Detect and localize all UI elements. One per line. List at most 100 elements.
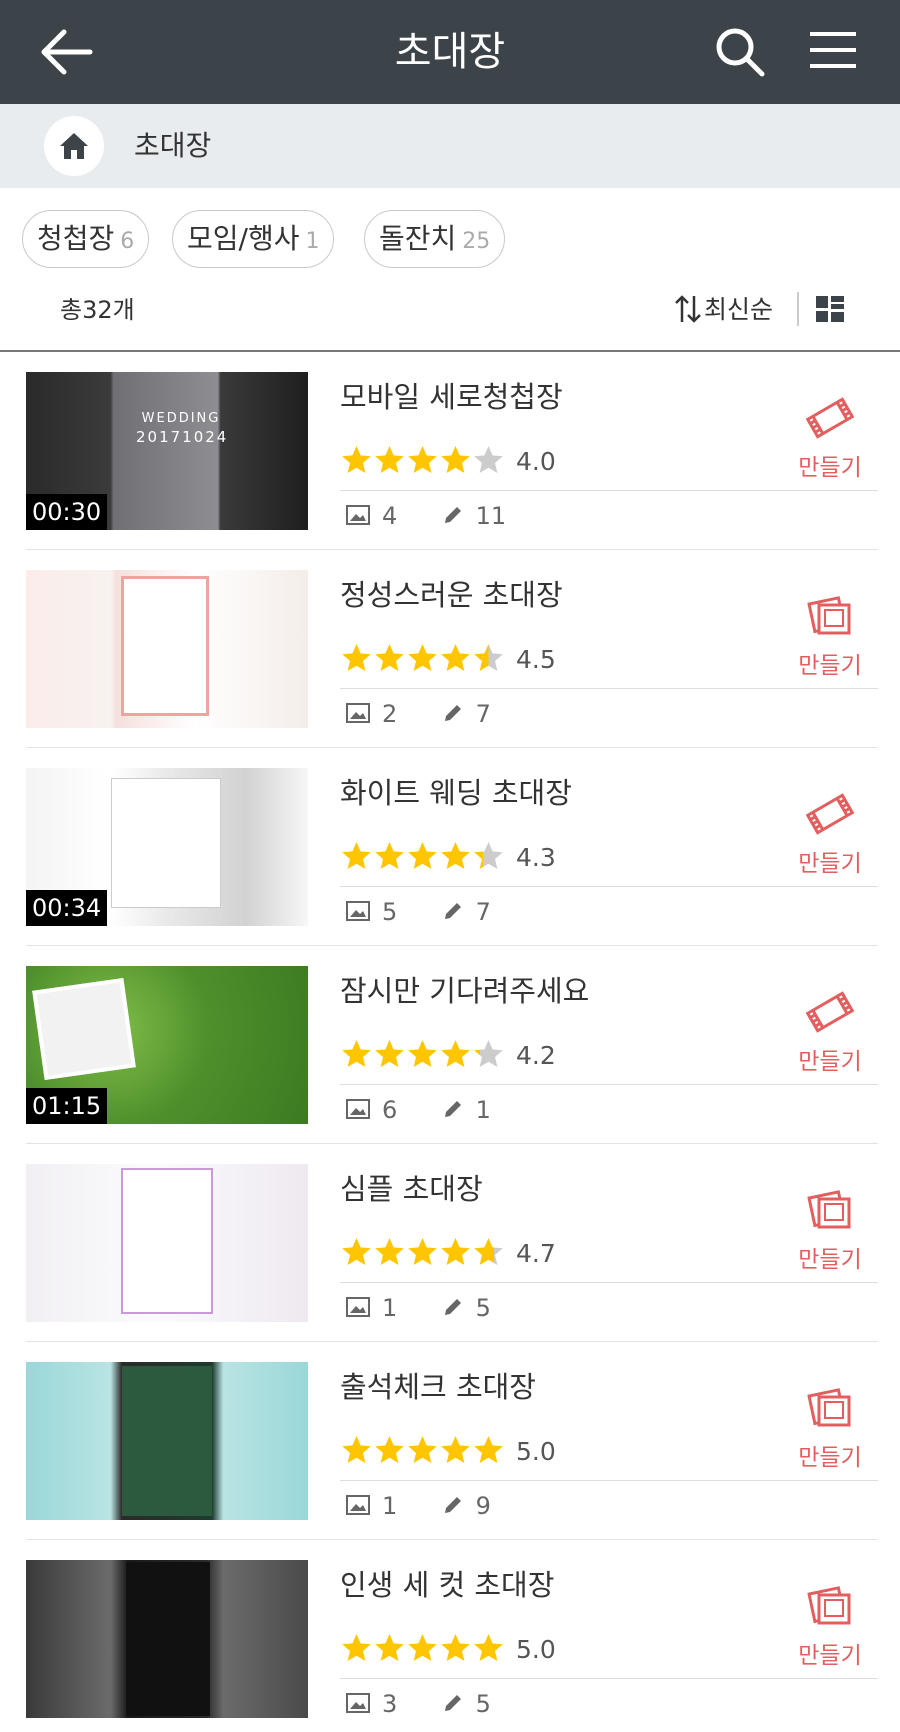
list-item[interactable]: 출석체크 초대장 5.0 1 9 만들기: [0, 1342, 900, 1540]
star-rating: [340, 1632, 505, 1668]
edit-count: 7: [475, 700, 491, 728]
hamburger-menu-icon[interactable]: [808, 28, 858, 72]
thumbnail-art: [121, 576, 209, 716]
star-icon: [375, 644, 404, 671]
star-icon: [474, 1238, 503, 1265]
edit-count: 5: [475, 1294, 491, 1322]
sort-button[interactable]: 최신순: [674, 288, 773, 332]
top-app-bar: 초대장: [0, 0, 900, 104]
thumbnail-art: [126, 1562, 210, 1716]
list-item[interactable]: 01:15 잠시만 기다려주세요 4.2 6 1 만들기: [0, 946, 900, 1144]
list-item[interactable]: 인생 세 컷 초대장 5.0 3 5 만들기: [0, 1540, 900, 1732]
star-icon: [474, 1436, 503, 1463]
chip-count: 1: [305, 229, 320, 254]
star-icon: [375, 446, 404, 473]
photos-icon: [807, 1190, 851, 1229]
image-icon: [346, 703, 370, 723]
star-icon: [474, 1634, 503, 1661]
item-title: 정성스러운 초대장: [340, 578, 563, 612]
divider: [340, 1678, 878, 1679]
list-item[interactable]: 심플 초대장 4.7 1 5 만들기: [0, 1144, 900, 1342]
breadcrumb-label: 초대장: [134, 129, 212, 162]
star-icon: [342, 1040, 371, 1067]
star-icon: [408, 644, 437, 671]
star-icon: [375, 842, 404, 869]
star-icon: [375, 1436, 404, 1463]
pencil-icon: [444, 1695, 461, 1711]
home-button[interactable]: [44, 116, 104, 176]
make-button[interactable]: 만들기: [798, 1584, 862, 1670]
star-icon: [408, 1634, 437, 1661]
rating-value: 4.7: [516, 1239, 556, 1268]
make-label: 만들기: [798, 1445, 862, 1471]
list-item[interactable]: 정성스러운 초대장 4.5 2 7 만들기: [0, 550, 900, 748]
chip-label: 모임/행사: [187, 222, 300, 255]
photo-count: 1: [382, 1492, 398, 1520]
star-icon: [474, 446, 503, 473]
rating-value: 4.2: [516, 1041, 556, 1070]
photos-icon: [807, 1388, 851, 1427]
divider: [340, 490, 878, 491]
item-title: 잠시만 기다려주세요: [340, 974, 590, 1008]
edit-count: 9: [475, 1492, 491, 1520]
star-icon: [441, 446, 470, 473]
photo-count: 2: [382, 700, 398, 728]
star-icon: [441, 1436, 470, 1463]
thumbnail-life-four-cuts: [26, 1560, 308, 1718]
star-rating: [340, 840, 505, 876]
make-button[interactable]: 만들기: [798, 1386, 862, 1472]
edit-count: 1: [475, 1096, 491, 1124]
thumbnail-white-wedding: 00:34: [26, 768, 308, 926]
make-button[interactable]: 만들기: [798, 594, 862, 680]
make-label: 만들기: [798, 653, 862, 679]
view-toggle-icon[interactable]: [816, 296, 844, 322]
film-icon: [806, 793, 854, 835]
item-title: 모바일 세로청첩장: [340, 380, 563, 414]
image-icon: [346, 1495, 370, 1515]
make-label: 만들기: [798, 851, 862, 877]
search-icon[interactable]: [714, 26, 766, 78]
star-icon: [474, 842, 503, 869]
thumbnail-wedding-photo: WEDDING 20171024 00:30: [26, 372, 308, 530]
star-icon: [375, 1040, 404, 1067]
item-meta: 2 7: [346, 696, 491, 732]
pencil-icon: [444, 1101, 461, 1117]
make-button[interactable]: 만들기: [798, 990, 862, 1076]
rating-value: 5.0: [516, 1635, 556, 1664]
film-icon: [806, 991, 854, 1033]
rating-value: 4.3: [516, 843, 556, 872]
make-label: 만들기: [798, 1247, 862, 1273]
star-icon: [474, 1040, 503, 1067]
pencil-icon: [444, 507, 461, 523]
video-duration: 00:34: [26, 890, 108, 926]
image-icon: [346, 1693, 370, 1713]
star-icon: [342, 1238, 371, 1265]
item-meta: 3 5: [346, 1686, 491, 1722]
home-icon: [60, 133, 88, 159]
make-button[interactable]: 만들기: [798, 792, 862, 878]
pencil-icon: [444, 1497, 461, 1513]
pencil-icon: [444, 1299, 461, 1315]
make-button[interactable]: 만들기: [798, 396, 862, 482]
star-icon: [408, 446, 437, 473]
filter-chip-first-birthday[interactable]: 돌잔치 25: [364, 210, 506, 268]
filter-chip-meeting-event[interactable]: 모임/행사 1: [172, 210, 335, 268]
make-label: 만들기: [798, 455, 862, 481]
list-item[interactable]: WEDDING 20171024 00:30 모바일 세로청첩장 4.0 4 11…: [0, 352, 900, 550]
make-label: 만들기: [798, 1049, 862, 1075]
make-button[interactable]: 만들기: [798, 1188, 862, 1274]
divider: [340, 1282, 878, 1283]
pencil-icon: [444, 705, 461, 721]
star-icon: [408, 1040, 437, 1067]
item-title: 인생 세 컷 초대장: [340, 1568, 555, 1602]
star-rating: [340, 642, 505, 678]
item-title: 화이트 웨딩 초대장: [340, 776, 572, 810]
star-rating: [340, 1434, 505, 1470]
sort-label: 최신순: [704, 295, 774, 324]
filter-chip-wedding[interactable]: 청첩장 6: [22, 210, 150, 268]
thumbnail-baby-leaves: 01:15: [26, 966, 308, 1124]
list-item[interactable]: 00:34 화이트 웨딩 초대장 4.3 5 7 만들기: [0, 748, 900, 946]
divider: [340, 886, 878, 887]
chip-count: 6: [120, 229, 135, 254]
chip-label: 청첩장: [37, 222, 115, 255]
